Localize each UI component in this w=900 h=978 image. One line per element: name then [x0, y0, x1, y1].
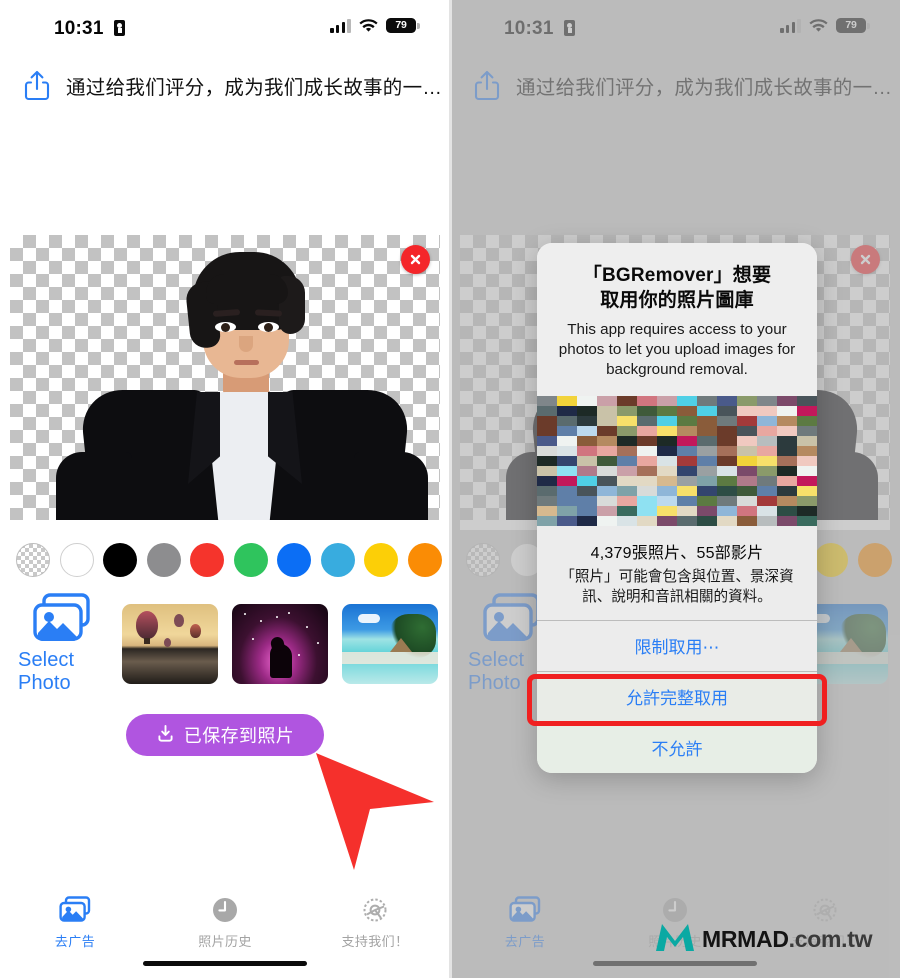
wifi-icon	[809, 18, 828, 33]
photo-video-count: 4,379張照片、55部影片	[590, 545, 764, 563]
battery-icon: 79	[836, 18, 870, 33]
status-bar-time: 10:31	[504, 18, 554, 39]
dialog-title-line2: 取用你的照片圖庫	[600, 290, 754, 312]
download-icon	[156, 724, 175, 746]
share-icon[interactable]	[472, 69, 502, 101]
photos-icon	[59, 896, 91, 926]
mrmad-watermark: MRMAD.com.tw	[653, 920, 872, 959]
screenshot-comparison: 10:31 79 通过给我们评分，成为我们成长故事的一… Select Phot…	[0, 0, 900, 978]
dialog-header: 「BGRemover」想要 取用你的照片圖庫 This app requires…	[537, 243, 817, 397]
status-bar-indicators: 79	[780, 18, 870, 33]
banner-text: 通过给我们评分，成为我们成长故事的一…	[66, 76, 443, 99]
image-canvas[interactable]	[10, 235, 440, 530]
status-bar: 10:31 79	[450, 0, 900, 56]
select-photo-label: Select Photo	[18, 649, 75, 694]
tab-label: 去广告	[504, 934, 546, 949]
dialog-title: 「BGRemover」想要 取用你的照片圖庫	[553, 263, 801, 314]
rating-banner[interactable]: 通过给我们评分，成为我们成长故事的一…	[0, 62, 450, 108]
clock-icon	[209, 896, 241, 926]
tab-remove-ads[interactable]: 去广告	[20, 896, 130, 950]
photo-stack-icon	[482, 593, 544, 645]
swatch-yellow[interactable]	[364, 543, 398, 577]
deny-access-button[interactable]: 不允許	[537, 721, 817, 773]
tropical-beach-thumbnail[interactable]	[342, 604, 438, 684]
color-swatch-row[interactable]	[16, 538, 442, 582]
rating-banner[interactable]: 通过给我们评分，成为我们成长故事的一…	[450, 62, 900, 108]
swatch-yellow[interactable]	[814, 543, 848, 577]
tab-photo-history[interactable]: 照片历史	[170, 896, 280, 950]
allow-full-access-button[interactable]: 允許完整取用	[537, 670, 817, 722]
home-indicator[interactable]	[143, 961, 307, 966]
gear-icon	[359, 896, 391, 926]
cellular-signal-icon	[330, 19, 351, 33]
swatch-orange[interactable]	[407, 543, 442, 577]
tab-support-us[interactable]: 支持我们！	[320, 896, 430, 950]
tab-label: 照片历史	[198, 934, 252, 949]
save-button-label: 已保存到照片	[183, 726, 295, 746]
photos-icon	[509, 896, 541, 926]
status-bar-indicators: 79	[330, 18, 420, 33]
close-icon[interactable]	[851, 245, 880, 274]
banner-text: 通过给我们评分，成为我们成长故事的一…	[516, 76, 893, 99]
swatch-transparent[interactable]	[466, 543, 500, 577]
tab-label: 支持我们！	[341, 934, 409, 949]
status-bar: 10:31 79	[0, 0, 450, 56]
bottom-tab-bar: 去广告 照片历史 支持我们！	[0, 882, 450, 978]
red-arrow-cursor	[300, 745, 450, 880]
battery-level: 79	[845, 19, 857, 32]
swatch-gray[interactable]	[146, 543, 181, 577]
hot-air-balloons-thumbnail[interactable]	[122, 604, 218, 684]
photo-picker-row: Select Photo	[18, 593, 438, 695]
dialog-description: This app requires access to your photos …	[558, 320, 796, 378]
dialog-library-summary: 4,379張照片、55部影片 「照片」可能會包含與位置、景深資訊、說明和音訊相關…	[537, 526, 817, 620]
swatch-orange[interactable]	[857, 543, 892, 577]
swatch-green[interactable]	[233, 543, 268, 577]
pixelated-photo-grid	[537, 396, 817, 527]
battery-level: 79	[395, 19, 407, 32]
wifi-icon	[359, 18, 378, 33]
tab-remove-ads[interactable]: 去广告	[470, 896, 580, 950]
nebula-horsehead-thumbnail[interactable]	[232, 604, 328, 684]
left-phone-screen: 10:31 79 通过给我们评分，成为我们成长故事的一… Select Phot…	[0, 0, 450, 978]
photo-stack-icon	[32, 593, 94, 645]
watermark-domain: .com.tw	[788, 926, 873, 952]
watermark-brand: MRMAD	[702, 926, 789, 952]
swatch-red[interactable]	[190, 543, 224, 577]
mrmad-logo-icon	[653, 920, 697, 959]
lock-portrait-icon	[564, 20, 575, 36]
swatch-white[interactable]	[59, 543, 94, 577]
portrait-photo-cutout	[10, 240, 440, 530]
swatch-blue[interactable]	[277, 543, 311, 577]
select-photo-button[interactable]: Select Photo	[18, 593, 108, 695]
lock-portrait-icon	[114, 20, 125, 36]
photo-metadata-note: 「照片」可能會包含與位置、景深資訊、說明和音訊相關的資料。	[560, 569, 794, 606]
swatch-light-blue[interactable]	[320, 543, 355, 577]
swatch-transparent[interactable]	[16, 543, 50, 577]
swatch-black[interactable]	[103, 543, 137, 577]
status-bar-time: 10:31	[54, 18, 104, 39]
panel-divider	[449, 0, 452, 978]
limit-access-button[interactable]: 限制取用⋯	[537, 619, 817, 671]
cellular-signal-icon	[780, 19, 801, 33]
photo-permission-dialog: 「BGRemover」想要 取用你的照片圖庫 This app requires…	[537, 243, 817, 773]
dialog-title-line1: 「BGRemover」想要	[582, 265, 772, 286]
save-to-photos-button[interactable]: 已保存到照片	[126, 714, 324, 756]
home-indicator[interactable]	[593, 961, 757, 966]
share-icon[interactable]	[22, 69, 52, 101]
background-thumbnails	[122, 604, 438, 684]
battery-icon: 79	[386, 18, 420, 33]
close-icon[interactable]	[401, 245, 430, 274]
tab-label: 去广告	[54, 934, 96, 949]
